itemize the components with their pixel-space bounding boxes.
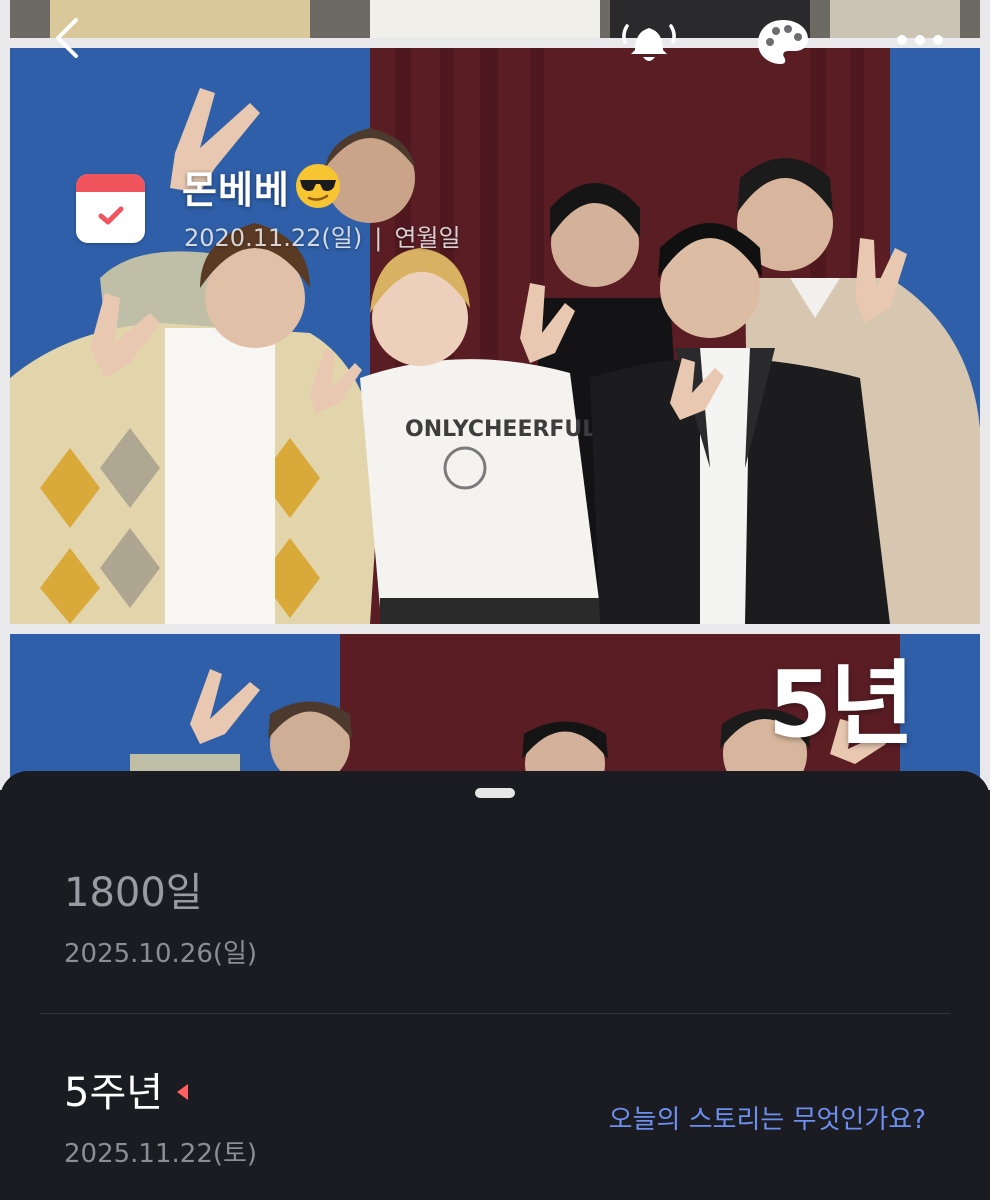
calendar-check-icon xyxy=(76,174,145,243)
more-horizontal-icon xyxy=(897,35,943,45)
date-separator: | xyxy=(374,224,383,252)
chevron-left-icon xyxy=(56,18,78,58)
today-story-link[interactable]: 오늘의 스토리는 무엇인가요? xyxy=(609,1099,926,1136)
count-mode: 연월일 xyxy=(394,224,461,252)
start-date: 2020.11.22(일) xyxy=(184,224,363,252)
divider xyxy=(40,1013,950,1014)
dday-title-row: 몬베베 xyxy=(182,156,342,216)
dday-start-date: 2020.11.22(일) | 연월일 xyxy=(184,218,461,253)
anniversary-title: 5주년 xyxy=(64,1071,257,1115)
photo-overlay-text: 5년 xyxy=(768,651,915,758)
dday-title: 몬베베 xyxy=(182,167,290,212)
notification-button[interactable] xyxy=(618,12,680,68)
anniversary-item[interactable]: 1800일 2025.10.26(일) xyxy=(64,871,257,970)
back-button[interactable] xyxy=(50,14,86,62)
group-photo: ONLYCHEERFUL xyxy=(10,48,980,624)
check-mark xyxy=(98,206,124,225)
sunglasses-emoji-icon xyxy=(295,164,340,208)
more-button[interactable] xyxy=(890,28,950,52)
anniversary-sheet: 1800일 2025.10.26(일) 5주년 2025.11.22(토) 오늘… xyxy=(0,771,990,1200)
anniversary-date: 2025.11.22(토) xyxy=(64,1139,258,1169)
anniversary-title-text: 5주년 xyxy=(64,1070,164,1116)
calendar-header xyxy=(76,174,145,192)
anniversary-date: 2025.10.26(일) xyxy=(64,939,258,969)
sheet-drag-handle[interactable] xyxy=(475,788,515,798)
current-marker-icon xyxy=(177,1084,189,1100)
palette-icon xyxy=(758,20,808,64)
anniversary-item-current[interactable]: 5주년 2025.11.22(토) xyxy=(64,1071,257,1170)
theme-button[interactable] xyxy=(754,16,812,68)
anniversary-title: 1800일 xyxy=(64,870,203,916)
svg-text:ONLYCHEERFUL: ONLYCHEERFUL xyxy=(405,417,596,442)
photo-strip-top xyxy=(10,0,980,38)
bell-icon xyxy=(622,24,676,61)
